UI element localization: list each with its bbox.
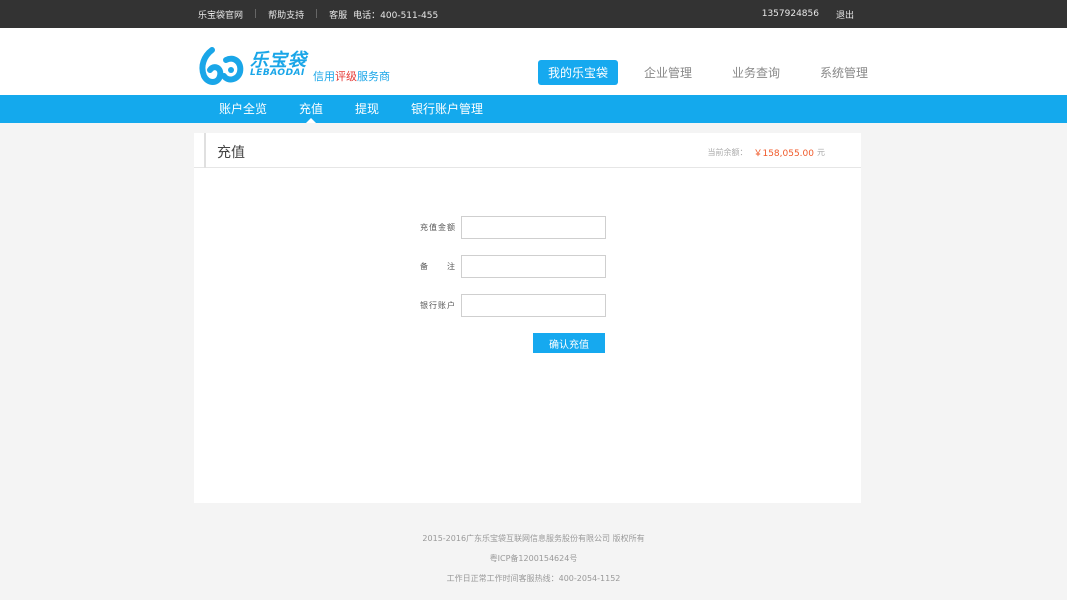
divider: | [315,9,319,19]
top-links: 乐宝袋官网 | 帮助支持 | 客服 电话：400-511-455 [198,0,438,28]
subnav-withdraw[interactable]: 提现 [344,95,390,123]
footer-copyright: 2015-2016广东乐宝袋互联网信息服务股份有限公司 版权所有 [422,534,645,543]
top-bar: 乐宝袋官网 | 帮助支持 | 客服 电话：400-511-455 1357924… [0,0,1067,28]
amount-row: 充值金额 [420,216,606,239]
title-accent [204,133,206,168]
note-row: 备 注 [420,255,606,278]
slogan-part-2: 评级 [335,70,357,83]
nav-business-query[interactable]: 业务查询 [722,60,790,85]
bank-account-label: 银行账户 [420,301,455,310]
bank-account-row: 银行账户 [420,294,606,317]
subnav-account-overview[interactable]: 账户全览 [208,95,278,123]
logo-slogan: 信用评级服务商 [313,68,390,84]
footer: 2015-2016广东乐宝袋互联网信息服务股份有限公司 版权所有 粤ICP备12… [0,517,1067,600]
page-title: 充值 [217,145,245,161]
recharge-panel: 充值 当前余额： ￥158,055.00 元 充值金额 备 注 银行账户 确认充… [194,133,861,503]
main-nav: 我的乐宝袋 企业管理 业务查询 系统管理 [538,60,890,85]
confirm-recharge-button[interactable]: 确认充值 [533,333,605,353]
nav-system-management[interactable]: 系统管理 [810,60,878,85]
nav-my-lebaodai[interactable]: 我的乐宝袋 [538,60,619,85]
help-support-link[interactable]: 帮助支持 [268,8,304,21]
current-balance: 当前余额： ￥158,055.00 元 [707,146,825,159]
footer-icp[interactable]: 粤ICP备1200154624号 [0,553,1067,564]
logo-english-name: LEBAODAI [250,68,305,78]
note-input[interactable] [461,255,606,278]
divider: | [254,9,258,19]
slogan-part-1: 信用 [313,70,335,83]
logo-mark-icon [199,47,244,85]
balance-amount: ￥158,055.00 [753,149,814,159]
customer-service-link[interactable]: 客服 [329,8,347,21]
bank-account-input[interactable] [461,294,606,317]
footer-hotline: 工作日正常工作时间客服热线：400-2054-1152 [446,574,621,583]
subnav-recharge[interactable]: 充值 [288,95,334,123]
note-label: 备 注 [420,262,455,271]
balance-label: 当前余额： [707,148,748,157]
panel-header: 充值 当前余额： ￥158,055.00 元 [194,133,861,168]
logout-link[interactable]: 退出 [836,8,854,21]
account-number[interactable]: 1357924856 [762,9,819,19]
nav-enterprise-management[interactable]: 企业管理 [634,60,702,85]
amount-input[interactable] [461,216,606,239]
slogan-part-3: 服务商 [357,70,390,83]
subnav-bank-account-management[interactable]: 银行账户管理 [400,95,494,123]
sub-nav: 账户全览 充值 提现 银行账户管理 [0,95,1067,123]
logo[interactable]: 乐宝袋 LEBAODAI 信用评级服务商 [198,46,408,86]
amount-label: 充值金额 [420,223,455,232]
header: 乐宝袋 LEBAODAI 信用评级服务商 我的乐宝袋 企业管理 业务查询 系统管… [0,28,1067,95]
user-area: 1357924856 退出 [762,0,854,28]
service-phone: 电话：400-511-455 [353,10,439,21]
official-site-link[interactable]: 乐宝袋官网 [198,8,243,21]
balance-unit: 元 [817,148,825,157]
